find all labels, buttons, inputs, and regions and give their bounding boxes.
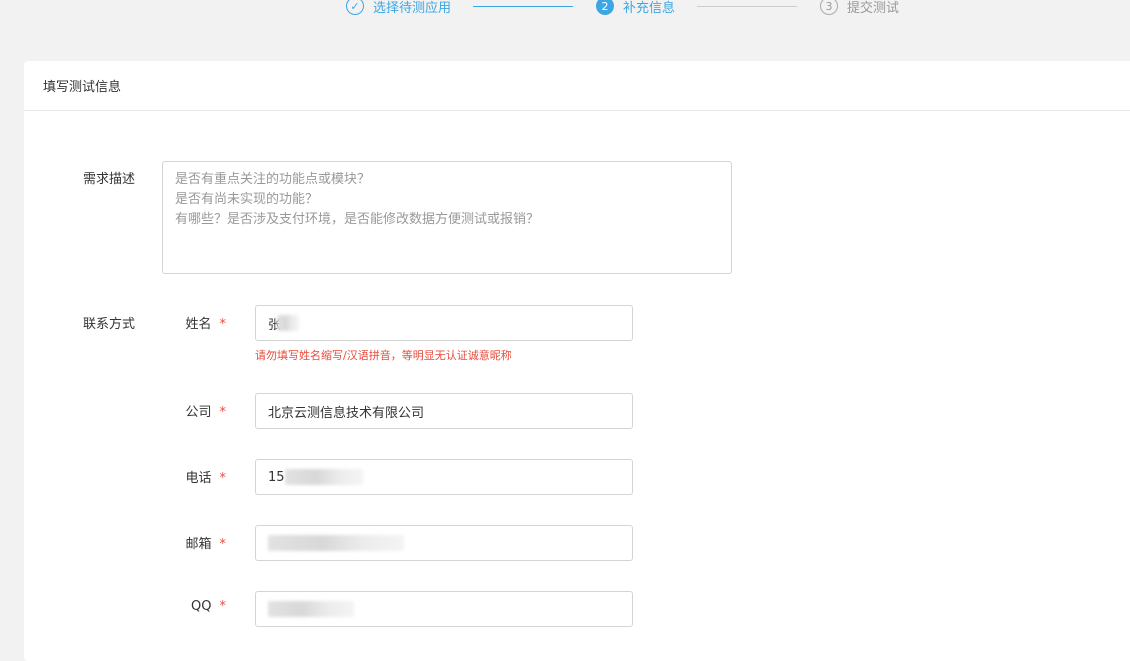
redacted-mask [277, 315, 300, 331]
phone-label-text: 电话 [185, 471, 212, 486]
name-hint: 请勿填写姓名缩写/汉语拼音，等明显无认证诚意昵称 [255, 349, 512, 362]
company-input[interactable]: 北京云测信息技术有限公司 [255, 393, 633, 429]
card-title: 填写测试信息 [24, 61, 1130, 111]
email-label-text: 邮箱 [185, 537, 212, 552]
name-label: 姓名 * [166, 313, 226, 332]
qq-label-text: QQ [191, 599, 212, 614]
qq-input[interactable] [255, 591, 633, 627]
placeholder-line: 是否有重点关注的功能点或模块？ [175, 172, 371, 187]
step-number-badge: 2 [596, 0, 614, 15]
required-mark: * [219, 537, 227, 552]
email-input[interactable] [255, 525, 633, 561]
placeholder-line: 是否有尚未实现的功能？ [175, 192, 319, 207]
required-mark: * [219, 599, 227, 614]
stepper: ✓ 选择待测应用 2 补充信息 3 提交测试 [0, 0, 1130, 22]
company-label-text: 公司 [185, 405, 212, 420]
step-connector [473, 6, 573, 7]
requirements-label: 需求描述 [83, 172, 136, 187]
qq-label: QQ * [166, 599, 226, 614]
required-mark: * [219, 471, 227, 486]
step-select-app[interactable]: ✓ 选择待测应用 [346, 0, 451, 16]
required-mark: * [219, 405, 227, 420]
redacted-mask [284, 469, 363, 485]
required-mark: * [219, 317, 227, 332]
company-value: 北京云测信息技术有限公司 [268, 405, 425, 421]
step-submit-test[interactable]: 3 提交测试 [820, 0, 899, 16]
phone-value: 15 [268, 469, 285, 485]
step-supplement-info[interactable]: 2 补充信息 [596, 0, 675, 16]
placeholder-line: 有哪些？是否涉及支付环境，是否能修改数据方便测试或报销？ [175, 212, 540, 227]
phone-label: 电话 * [166, 467, 226, 486]
step-label: 选择待测应用 [373, 0, 452, 16]
email-label: 邮箱 * [166, 533, 226, 552]
phone-input[interactable]: 15 [255, 459, 633, 495]
requirements-textarea[interactable]: 是否有重点关注的功能点或模块？ 是否有尚未实现的功能？ 有哪些？是否涉及支付环境… [162, 161, 732, 274]
company-label: 公司 * [166, 401, 226, 420]
step-number-badge: 3 [820, 0, 838, 15]
name-label-text: 姓名 [185, 317, 212, 332]
redacted-mask [268, 601, 354, 617]
step-label: 补充信息 [623, 0, 676, 16]
step-label: 提交测试 [847, 0, 900, 16]
contact-label: 联系方式 [83, 317, 136, 332]
check-circle-icon: ✓ [346, 0, 364, 15]
name-input[interactable]: 张 [255, 305, 633, 341]
test-info-form-card: 填写测试信息 需求描述 是否有重点关注的功能点或模块？ 是否有尚未实现的功能？ … [24, 61, 1130, 661]
step-connector [697, 6, 797, 7]
redacted-mask [268, 535, 404, 551]
